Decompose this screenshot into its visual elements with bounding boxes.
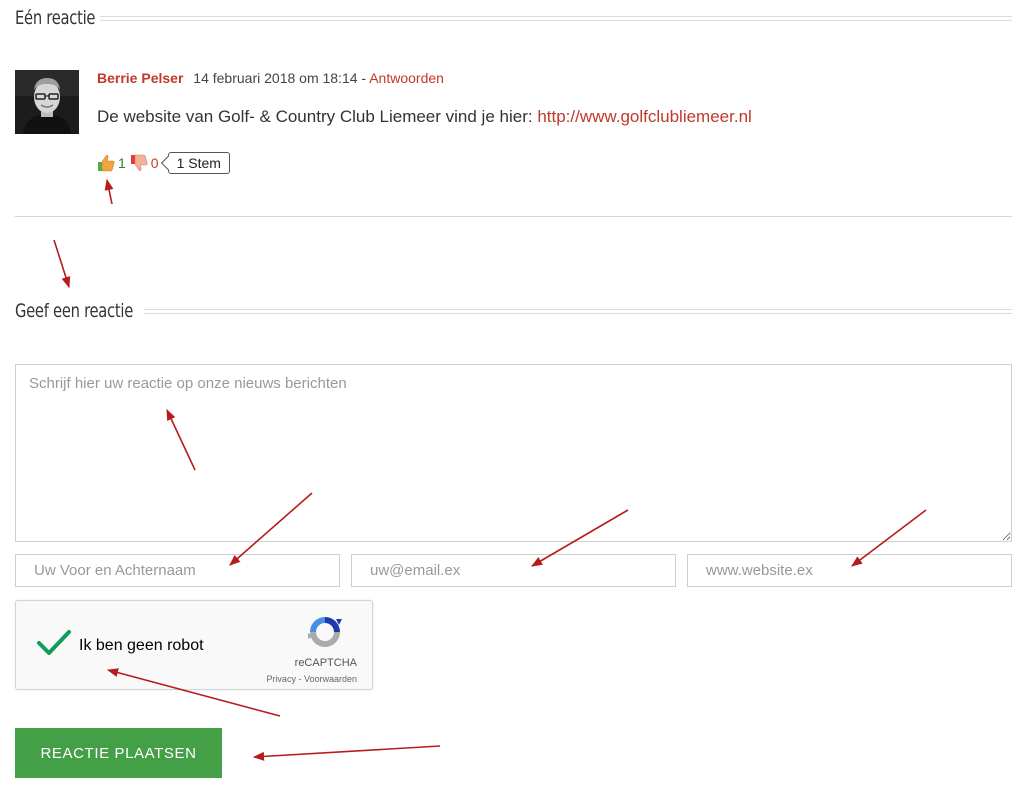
email-field[interactable] (351, 554, 676, 587)
submit-button[interactable]: REACTIE PLAATSEN (15, 728, 222, 778)
thumbs-up-icon[interactable] (97, 154, 115, 172)
recaptcha-links: Privacy - Voorwaarden (266, 674, 357, 684)
comments-heading-title: Eén reactie (15, 7, 96, 29)
upvote-count: 1 (118, 155, 126, 171)
name-field[interactable] (15, 554, 340, 587)
comment-meta: Berrie Pelser 14 februari 2018 om 18:14 … (97, 70, 444, 86)
comment-date: 14 februari 2018 om 18:14 (193, 70, 358, 86)
vote-bar: 1 0 1 Stem (97, 152, 230, 174)
avatar (15, 70, 79, 134)
comment-link[interactable]: http://www.golfclubliemeer.nl (537, 107, 752, 126)
heading-rule (144, 308, 1012, 314)
recaptcha-check-icon[interactable] (36, 629, 72, 657)
reply-heading-title: Geef een reactie (15, 300, 133, 322)
reply-heading: Geef een reactie (15, 300, 1012, 322)
annotation-arrow (104, 178, 114, 205)
heading-rule (100, 15, 1012, 21)
comments-heading: Eén reactie (15, 7, 1012, 29)
avatar-photo (15, 70, 79, 134)
recaptcha-terms-link[interactable]: Voorwaarden (304, 674, 357, 684)
vote-total-badge: 1 Stem (167, 152, 230, 174)
downvote-count: 0 (150, 155, 159, 171)
meta-separator: - (361, 70, 367, 86)
website-field[interactable] (687, 554, 1012, 587)
thumbs-down-icon[interactable] (130, 154, 148, 172)
comment-divider (15, 216, 1012, 217)
annotation-arrow (53, 239, 71, 289)
recaptcha-widget[interactable]: Ik ben geen robot reCAPTCHA Privacy - Vo… (15, 600, 373, 690)
recaptcha-links-separator: - (295, 674, 304, 684)
reply-link[interactable]: Antwoorden (369, 70, 444, 86)
recaptcha-privacy-link[interactable]: Privacy (266, 674, 296, 684)
recaptcha-brand: reCAPTCHA (294, 657, 357, 669)
annotation-arrow (252, 745, 441, 761)
recaptcha-logo-icon (306, 613, 344, 651)
comment-textarea[interactable] (15, 364, 1012, 542)
comment-author[interactable]: Berrie Pelser (97, 70, 183, 86)
comment-text: De website van Golf- & Country Club Liem… (97, 107, 752, 127)
recaptcha-label: Ik ben geen robot (79, 637, 204, 654)
comment-text-body: De website van Golf- & Country Club Liem… (97, 107, 538, 126)
